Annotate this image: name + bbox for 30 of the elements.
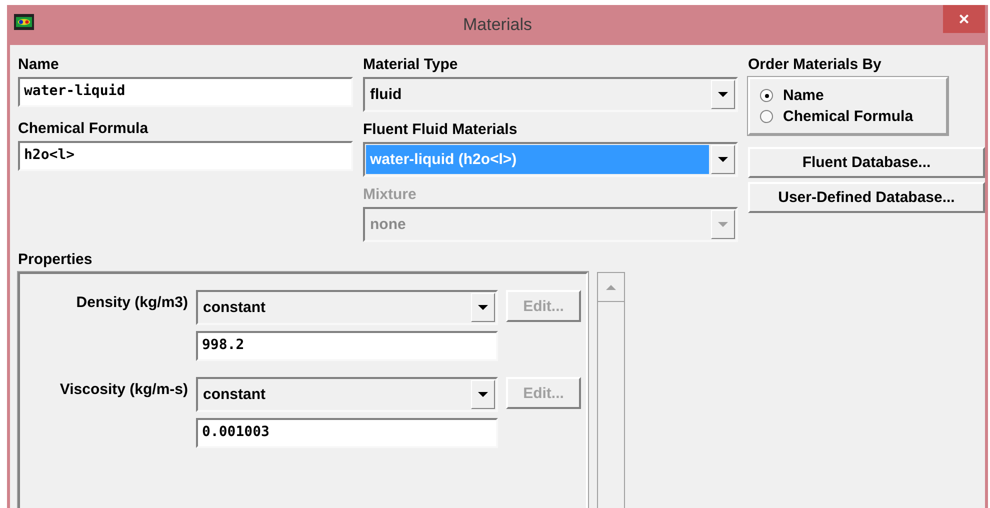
dropdown-button[interactable] [471,380,495,409]
radio-button[interactable] [760,89,773,102]
group-label: Order Materials By [748,55,882,75]
dropdown-button[interactable] [471,293,495,322]
property-label: Density (kg/m3) [76,294,188,311]
formula-field[interactable]: h2o<l> [18,141,353,171]
field-label: Mixture [363,185,416,205]
field-label: Material Type [363,55,458,75]
name-field[interactable]: water-liquid [18,77,353,107]
scrollbar[interactable] [597,272,625,508]
field-label: Name [18,55,59,75]
radio-label: Name [783,87,824,104]
section-label: Properties [18,250,92,270]
dropdown-button[interactable] [711,145,735,174]
dropdown-button[interactable] [711,80,735,109]
value-field[interactable]: 998.2 [196,331,498,361]
app-icon [14,14,34,30]
field-label: Fluent Fluid Materials [363,120,518,140]
method-dropdown[interactable]: constant [196,377,498,412]
radio-label: Chemical Formula [783,108,914,125]
field-label: Chemical Formula [18,119,148,139]
radio-button[interactable] [760,110,773,123]
value-field[interactable]: 0.001003 [196,418,498,448]
property-label: Viscosity (kg/m-s) [60,381,188,398]
database-button[interactable]: Fluent Database... [748,147,985,178]
database-button[interactable]: User-Defined Database... [748,182,985,213]
method-dropdown[interactable]: constant [196,290,498,325]
close-button[interactable]: × [943,5,985,33]
window-title: Materials [463,15,532,35]
material-type-dropdown[interactable]: fluid [363,77,738,112]
